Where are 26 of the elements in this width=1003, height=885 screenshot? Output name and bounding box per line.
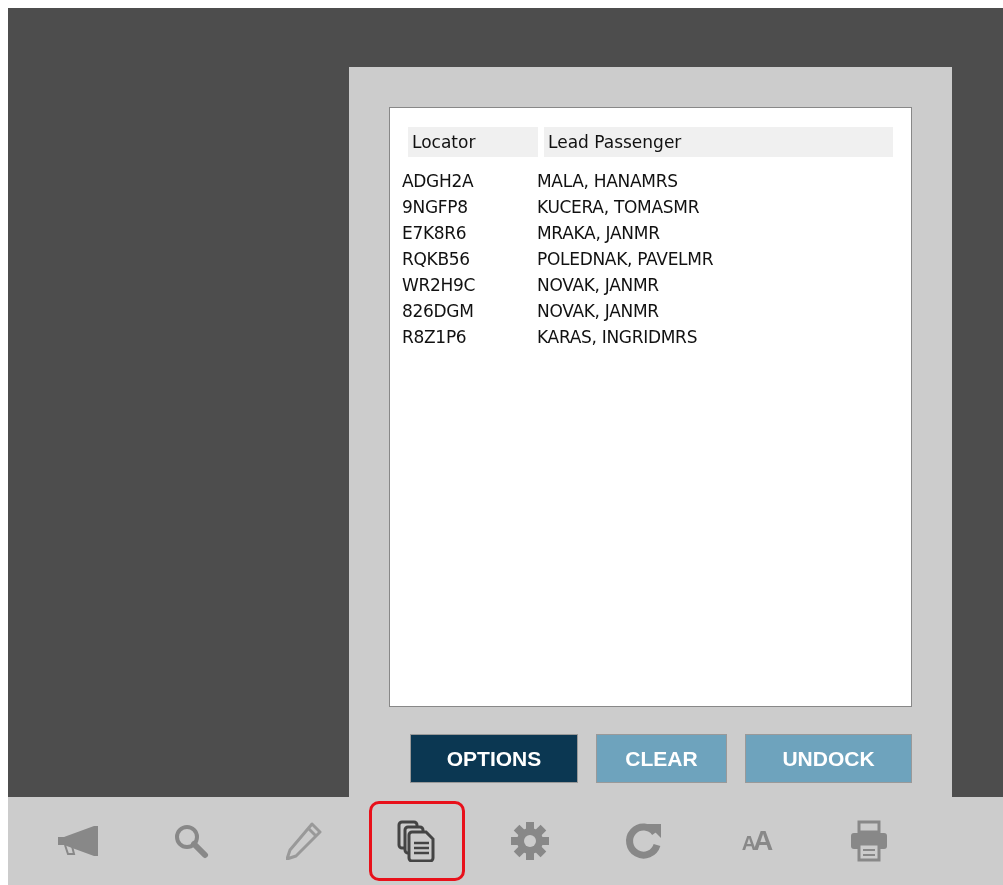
table-cell-text: MALA, HANAMRS xyxy=(537,170,679,193)
column-header[interactable]: Lead Passenger xyxy=(544,127,893,157)
megaphone-icon xyxy=(56,824,100,858)
refresh-icon xyxy=(623,821,663,861)
table-cell-text: NOVAK, JANMR xyxy=(537,274,660,297)
table-cell-text: 9NGFP8 xyxy=(402,196,469,219)
table-cell-text: RQKB56 xyxy=(402,248,471,271)
text-size-icon: AA xyxy=(741,825,771,857)
search-icon xyxy=(173,823,209,859)
gear-icon xyxy=(510,821,550,861)
pencil-icon xyxy=(286,822,322,860)
copy-icon xyxy=(397,820,437,862)
table-cell-text: E7K8R6 xyxy=(402,222,468,245)
toolbar-button[interactable] xyxy=(369,801,465,881)
table-cell-text: ADGH2A xyxy=(402,170,475,193)
table-cell-text: KUCERA, TOMASMR xyxy=(537,196,701,219)
table-cell-text: 826DGM xyxy=(402,300,475,323)
column-header[interactable]: Locator xyxy=(408,127,538,157)
table-cell-text: R8Z1P6 xyxy=(402,326,468,349)
table-cell-text: NOVAK, JANMR xyxy=(537,300,660,323)
table-cell-text: POLEDNAK, PAVELMR xyxy=(537,248,715,271)
table-cell-text: KARAS, INGRIDMRS xyxy=(537,326,699,349)
action-button[interactable]: OPTIONS xyxy=(410,734,578,783)
table-cell-text: MRAKA, JANMR xyxy=(537,222,661,245)
printer-icon xyxy=(849,820,889,862)
table-cell-text: WR2H9C xyxy=(402,274,477,297)
